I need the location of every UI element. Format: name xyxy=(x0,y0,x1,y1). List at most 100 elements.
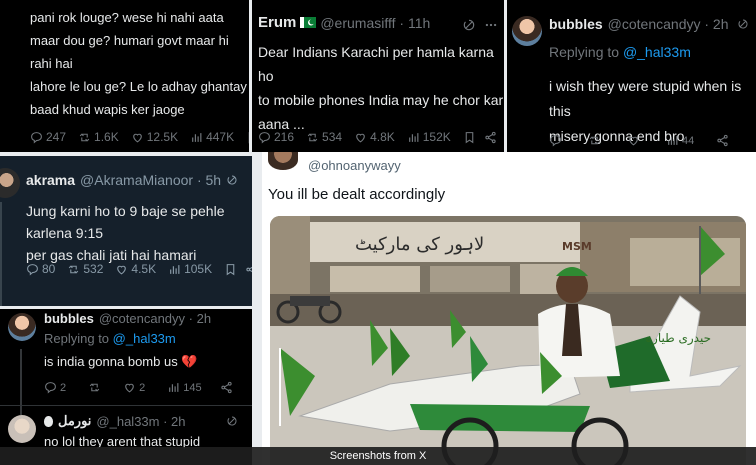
tweet-panel-5: bubbles @cotencandyy · 2h Replying to @_… xyxy=(0,309,252,465)
grok-icon[interactable] xyxy=(737,18,749,30)
repost-count: 534 xyxy=(322,130,343,144)
author-handle[interactable]: @AkramaMianoor · 5h xyxy=(80,172,221,188)
like-button[interactable]: 2 xyxy=(123,381,145,394)
reply-icon xyxy=(30,131,43,144)
reply-button[interactable]: 247 xyxy=(30,130,66,144)
like-count: 4.5K xyxy=(131,262,157,276)
reply-icon xyxy=(26,263,39,276)
bookmark-icon xyxy=(246,131,249,144)
repost-icon xyxy=(67,263,80,276)
replying-to-handle[interactable]: @_hal33m xyxy=(623,44,691,60)
grok-icon[interactable] xyxy=(226,174,238,186)
avatar[interactable] xyxy=(268,152,298,170)
tweet-panel-1: pani rok louge? wese hi nahi aata maar d… xyxy=(0,0,249,152)
views-button[interactable]: 145 xyxy=(167,381,202,394)
tweet-4-header: akrama @AkramaMianoor · 5h xyxy=(26,172,221,188)
repost-icon xyxy=(588,134,601,147)
tweet-panel-6: @ohnoanywayy You ill be dealt accordingl… xyxy=(262,152,756,465)
heart-icon xyxy=(115,263,128,276)
reply-button[interactable] xyxy=(549,134,562,147)
share-button[interactable] xyxy=(716,134,729,147)
tweet-4-text: Jung karni ho to 9 baje se pehle karlena… xyxy=(26,200,252,266)
bookmark-button[interactable] xyxy=(463,131,476,144)
author-handle[interactable]: @erumasifff · 11h xyxy=(320,15,430,31)
like-button[interactable]: 4.5K xyxy=(115,262,156,276)
tweet-2-actions: 216 534 4.8K 152K xyxy=(258,130,504,144)
views-button[interactable]: 447K xyxy=(190,130,234,144)
replying-to: Replying to @_hal33m xyxy=(44,331,176,346)
repost-count: 1.6K xyxy=(94,130,119,144)
heart-icon xyxy=(354,131,367,144)
more-icon[interactable] xyxy=(484,18,498,32)
tweet-5a-actions: 2 2 145 xyxy=(44,381,245,394)
reply-icon xyxy=(258,131,271,144)
share-button[interactable] xyxy=(220,381,233,394)
reply-icon xyxy=(549,134,562,147)
thread-line xyxy=(0,202,2,306)
views-icon xyxy=(407,131,420,144)
author-name[interactable]: نورمل xyxy=(58,413,91,429)
shop-sign-text: لاہور کی مارکیٹ xyxy=(355,234,484,255)
view-count: 44 xyxy=(682,134,695,147)
author-handle[interactable]: @_hal33m · 2h xyxy=(96,414,185,429)
bookmark-icon xyxy=(224,263,237,276)
replying-to-handle[interactable]: @_hal33m xyxy=(113,331,176,346)
like-button[interactable] xyxy=(627,134,640,147)
like-count: 12.5K xyxy=(146,130,179,144)
avatar[interactable] xyxy=(8,415,36,443)
repost-count: 532 xyxy=(83,262,104,276)
photo-street-scene: لاہور کی مارکیٹ MSM حیدری طیارہ xyxy=(270,216,746,465)
tweet-5a-body: is india gonna bomb us xyxy=(44,354,178,369)
like-button[interactable]: 4.8K xyxy=(354,130,395,144)
share-icon xyxy=(245,263,252,276)
bookmark-icon xyxy=(463,131,476,144)
author-name[interactable]: bubbles xyxy=(549,16,603,32)
repost-button[interactable] xyxy=(88,381,101,394)
tweet-3-actions: 44 xyxy=(549,134,741,147)
reply-count: 216 xyxy=(274,130,295,144)
repost-button[interactable]: 534 xyxy=(306,130,342,144)
avatar[interactable] xyxy=(0,168,20,198)
reply-button[interactable]: 80 xyxy=(26,262,55,276)
tweet-2-text: Dear Indians Karachi per hamla karna ho … xyxy=(258,40,504,136)
tweet-1-actions: 247 1.6K 12.5K 447K xyxy=(30,130,249,144)
views-icon xyxy=(168,263,181,276)
repost-button[interactable] xyxy=(588,134,601,147)
author-handle[interactable]: @cotencandyy · 2h xyxy=(608,16,729,32)
share-icon xyxy=(220,381,233,394)
tweet-2-header: Erum @erumasifff · 11h xyxy=(258,14,430,31)
like-button[interactable]: 12.5K xyxy=(131,130,178,144)
bookmark-button[interactable] xyxy=(224,263,237,276)
repost-icon xyxy=(88,381,101,394)
share-icon xyxy=(716,134,729,147)
views-button[interactable]: 152K xyxy=(407,130,451,144)
views-button[interactable]: 105K xyxy=(168,262,212,276)
share-button[interactable] xyxy=(245,263,252,276)
heart-icon xyxy=(131,131,144,144)
views-button[interactable]: 44 xyxy=(666,134,694,147)
view-count: 105K xyxy=(184,262,213,276)
author-name[interactable]: akrama xyxy=(26,172,75,188)
heart-icon xyxy=(123,381,136,394)
author-name[interactable]: bubbles xyxy=(44,311,94,326)
repost-button[interactable]: 532 xyxy=(67,262,103,276)
repost-button[interactable]: 1.6K xyxy=(78,130,119,144)
tweet-photo[interactable]: لاہور کی مارکیٹ MSM حیدری طیارہ xyxy=(270,216,746,465)
avatar[interactable] xyxy=(512,16,542,46)
reply-button[interactable]: 2 xyxy=(44,381,66,394)
grok-icon[interactable] xyxy=(226,415,238,427)
author-name[interactable]: Erum xyxy=(258,14,296,31)
avatar[interactable] xyxy=(8,313,36,341)
author-handle[interactable]: @cotencandyy · 2h xyxy=(99,311,211,326)
apple-icon xyxy=(44,415,53,427)
share-button[interactable] xyxy=(484,131,497,144)
divider xyxy=(0,405,252,406)
tweet-panel-2: Erum @erumasifff · 11h Dear Indians Kara… xyxy=(252,0,504,152)
repost-icon xyxy=(306,131,319,144)
grok-icon[interactable] xyxy=(462,18,476,32)
author-handle[interactable]: @ohnoanywayy xyxy=(308,158,401,173)
tweet-1-line-4: baad khud wapis ker jaoge xyxy=(30,102,185,117)
reply-button[interactable]: 216 xyxy=(258,130,294,144)
tweet-3-line-1: i wish they were stupid when is this xyxy=(549,78,742,119)
bookmark-button[interactable] xyxy=(246,131,249,144)
